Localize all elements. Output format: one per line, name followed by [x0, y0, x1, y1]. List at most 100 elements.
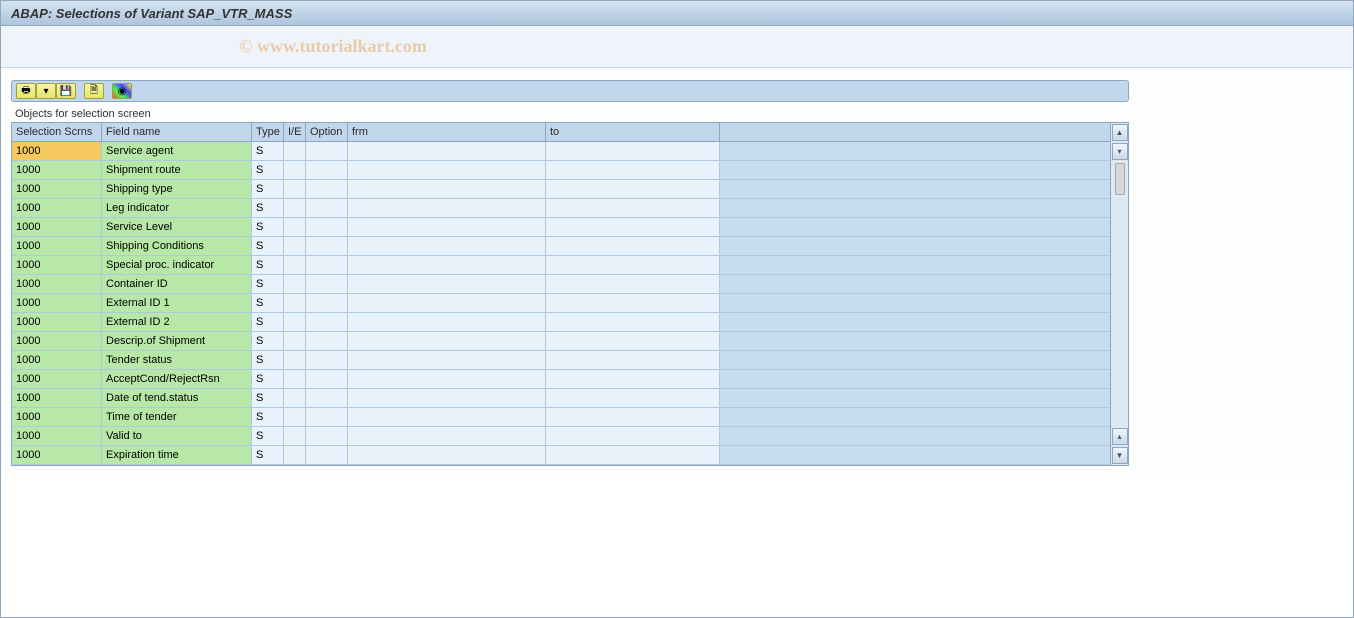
cell-frm[interactable]	[348, 275, 546, 293]
cell-to[interactable]	[546, 237, 720, 255]
cell-frm[interactable]	[348, 370, 546, 388]
cell-type[interactable]: S	[252, 446, 284, 464]
cell-scrn[interactable]: 1000	[12, 161, 102, 179]
cell-ie[interactable]	[284, 408, 306, 426]
cell-field[interactable]: Special proc. indicator	[102, 256, 252, 274]
cell-frm[interactable]	[348, 218, 546, 236]
cell-option[interactable]	[306, 275, 348, 293]
cell-option[interactable]	[306, 237, 348, 255]
cell-type[interactable]: S	[252, 313, 284, 331]
print-icon[interactable]: 🖶	[16, 83, 36, 99]
cell-ie[interactable]	[284, 142, 306, 160]
cell-ie[interactable]	[284, 180, 306, 198]
cell-ie[interactable]	[284, 389, 306, 407]
table-row[interactable]: 1000Shipment routeS	[12, 161, 1110, 180]
cell-field[interactable]: Leg indicator	[102, 199, 252, 217]
page-icon[interactable]: 🗎	[84, 83, 104, 99]
cell-to[interactable]	[546, 389, 720, 407]
table-row[interactable]: 1000Shipping ConditionsS	[12, 237, 1110, 256]
col-header-option[interactable]: Option	[306, 123, 348, 141]
filter-icon[interactable]: ▾	[36, 83, 56, 99]
cell-ie[interactable]	[284, 161, 306, 179]
cell-scrn[interactable]: 1000	[12, 218, 102, 236]
cell-ie[interactable]	[284, 294, 306, 312]
cell-frm[interactable]	[348, 408, 546, 426]
cell-scrn[interactable]: 1000	[12, 180, 102, 198]
cell-frm[interactable]	[348, 237, 546, 255]
scroll-track[interactable]	[1111, 161, 1128, 427]
cell-option[interactable]	[306, 256, 348, 274]
table-row[interactable]: 1000Expiration timeS	[12, 446, 1110, 465]
col-header-ie[interactable]: I/E	[284, 123, 306, 141]
cell-ie[interactable]	[284, 218, 306, 236]
cell-ie[interactable]	[284, 275, 306, 293]
cell-frm[interactable]	[348, 142, 546, 160]
cell-field[interactable]: Descrip.of Shipment	[102, 332, 252, 350]
cell-option[interactable]	[306, 389, 348, 407]
cell-field[interactable]: Shipping type	[102, 180, 252, 198]
col-header-to[interactable]: to	[546, 123, 720, 141]
cell-field[interactable]: Time of tender	[102, 408, 252, 426]
cell-type[interactable]: S	[252, 199, 284, 217]
cell-to[interactable]	[546, 313, 720, 331]
cell-option[interactable]	[306, 370, 348, 388]
cell-option[interactable]	[306, 199, 348, 217]
cell-to[interactable]	[546, 427, 720, 445]
cell-scrn[interactable]: 1000	[12, 351, 102, 369]
cell-frm[interactable]	[348, 180, 546, 198]
cell-type[interactable]: S	[252, 180, 284, 198]
cell-scrn[interactable]: 1000	[12, 142, 102, 160]
cell-scrn[interactable]: 1000	[12, 408, 102, 426]
cell-scrn[interactable]: 1000	[12, 275, 102, 293]
table-row[interactable]: 1000Container IDS	[12, 275, 1110, 294]
cell-frm[interactable]	[348, 427, 546, 445]
cell-field[interactable]: Expiration time	[102, 446, 252, 464]
table-row[interactable]: 1000AcceptCond/RejectRsnS	[12, 370, 1110, 389]
cell-scrn[interactable]: 1000	[12, 389, 102, 407]
cell-option[interactable]	[306, 161, 348, 179]
cell-field[interactable]: Shipping Conditions	[102, 237, 252, 255]
cell-type[interactable]: S	[252, 142, 284, 160]
cell-field[interactable]: External ID 2	[102, 313, 252, 331]
cell-type[interactable]: S	[252, 351, 284, 369]
cell-type[interactable]: S	[252, 370, 284, 388]
cell-ie[interactable]	[284, 427, 306, 445]
table-row[interactable]: 1000Service LevelS	[12, 218, 1110, 237]
table-row[interactable]: 1000Time of tenderS	[12, 408, 1110, 427]
cell-option[interactable]	[306, 142, 348, 160]
cell-field[interactable]: Service agent	[102, 142, 252, 160]
cell-scrn[interactable]: 1000	[12, 294, 102, 312]
cell-to[interactable]	[546, 294, 720, 312]
cell-frm[interactable]	[348, 294, 546, 312]
scroll-down-icon[interactable]: ▼	[1112, 447, 1128, 464]
table-row[interactable]: 1000Date of tend.statusS	[12, 389, 1110, 408]
cell-type[interactable]: S	[252, 237, 284, 255]
cell-type[interactable]: S	[252, 275, 284, 293]
cell-scrn[interactable]: 1000	[12, 446, 102, 464]
col-header-type[interactable]: Type	[252, 123, 284, 141]
scroll-up-icon[interactable]: ▲	[1112, 124, 1128, 141]
cell-ie[interactable]	[284, 351, 306, 369]
cell-ie[interactable]	[284, 237, 306, 255]
cell-scrn[interactable]: 1000	[12, 199, 102, 217]
cell-option[interactable]	[306, 332, 348, 350]
cell-frm[interactable]	[348, 256, 546, 274]
cell-option[interactable]	[306, 218, 348, 236]
cell-option[interactable]	[306, 408, 348, 426]
table-row[interactable]: 1000Descrip.of ShipmentS	[12, 332, 1110, 351]
cell-frm[interactable]	[348, 199, 546, 217]
cell-scrn[interactable]: 1000	[12, 256, 102, 274]
cell-scrn[interactable]: 1000	[12, 237, 102, 255]
cell-to[interactable]	[546, 408, 720, 426]
cell-field[interactable]: Container ID	[102, 275, 252, 293]
cell-type[interactable]: S	[252, 332, 284, 350]
cell-ie[interactable]	[284, 370, 306, 388]
cell-to[interactable]	[546, 446, 720, 464]
cell-type[interactable]: S	[252, 389, 284, 407]
cell-to[interactable]	[546, 218, 720, 236]
cell-frm[interactable]	[348, 389, 546, 407]
cell-field[interactable]: Valid to	[102, 427, 252, 445]
cell-scrn[interactable]: 1000	[12, 332, 102, 350]
cell-to[interactable]	[546, 370, 720, 388]
cell-ie[interactable]	[284, 446, 306, 464]
